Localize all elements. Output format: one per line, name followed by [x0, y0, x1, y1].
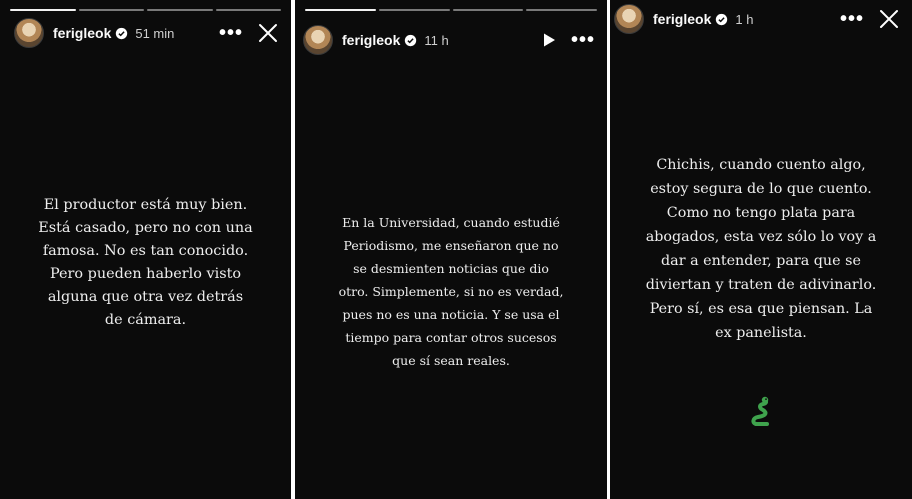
story-header: ferigleok 11 h •••	[303, 25, 595, 55]
progress-segment	[147, 9, 213, 11]
progress-segment	[305, 9, 376, 11]
more-icon[interactable]: •••	[840, 9, 864, 29]
username[interactable]: ferigleok	[342, 32, 400, 48]
verified-badge-icon	[116, 27, 128, 39]
story-text: En la Universidad, cuando estudié Period…	[338, 215, 564, 368]
story-header: ferigleok 51 min •••	[14, 18, 279, 48]
progress-segment	[452, 9, 524, 11]
progress-segment	[378, 9, 450, 11]
progress-segment	[78, 9, 144, 11]
avatar[interactable]	[614, 4, 644, 34]
story-text: Chichis, cuando cuento algo, estoy segur…	[645, 157, 877, 341]
verified-badge-icon	[716, 13, 728, 25]
progress-segment	[10, 9, 76, 11]
more-icon[interactable]: •••	[219, 23, 243, 43]
avatar[interactable]	[303, 25, 333, 55]
story-text: El productor está muy bien. Está casado,…	[38, 197, 253, 328]
story-progress-bar	[10, 9, 281, 11]
avatar[interactable]	[14, 18, 44, 48]
story-header: ferigleok 1 h •••	[614, 4, 900, 34]
close-icon[interactable]	[257, 22, 279, 44]
post-time: 51 min	[135, 25, 175, 41]
story-progress-bar	[305, 9, 597, 11]
story-panel-1: ferigleok 51 min ••• El productor está m…	[0, 0, 291, 499]
play-icon[interactable]	[541, 32, 557, 48]
username[interactable]: ferigleok	[653, 11, 711, 27]
progress-segment	[526, 9, 597, 11]
story-panel-2: ferigleok 11 h ••• En la Universidad, cu…	[295, 0, 607, 499]
progress-segment	[215, 9, 281, 11]
close-icon[interactable]	[878, 8, 900, 30]
snake-emoji-icon	[751, 396, 769, 426]
post-time: 1 h	[735, 11, 754, 27]
verified-badge-icon	[405, 34, 417, 46]
username[interactable]: ferigleok	[53, 25, 111, 41]
more-icon[interactable]: •••	[571, 30, 595, 50]
post-time: 11 h	[424, 32, 449, 48]
story-panel-3: ferigleok 1 h ••• Chichis, cuando cuento…	[610, 0, 912, 499]
